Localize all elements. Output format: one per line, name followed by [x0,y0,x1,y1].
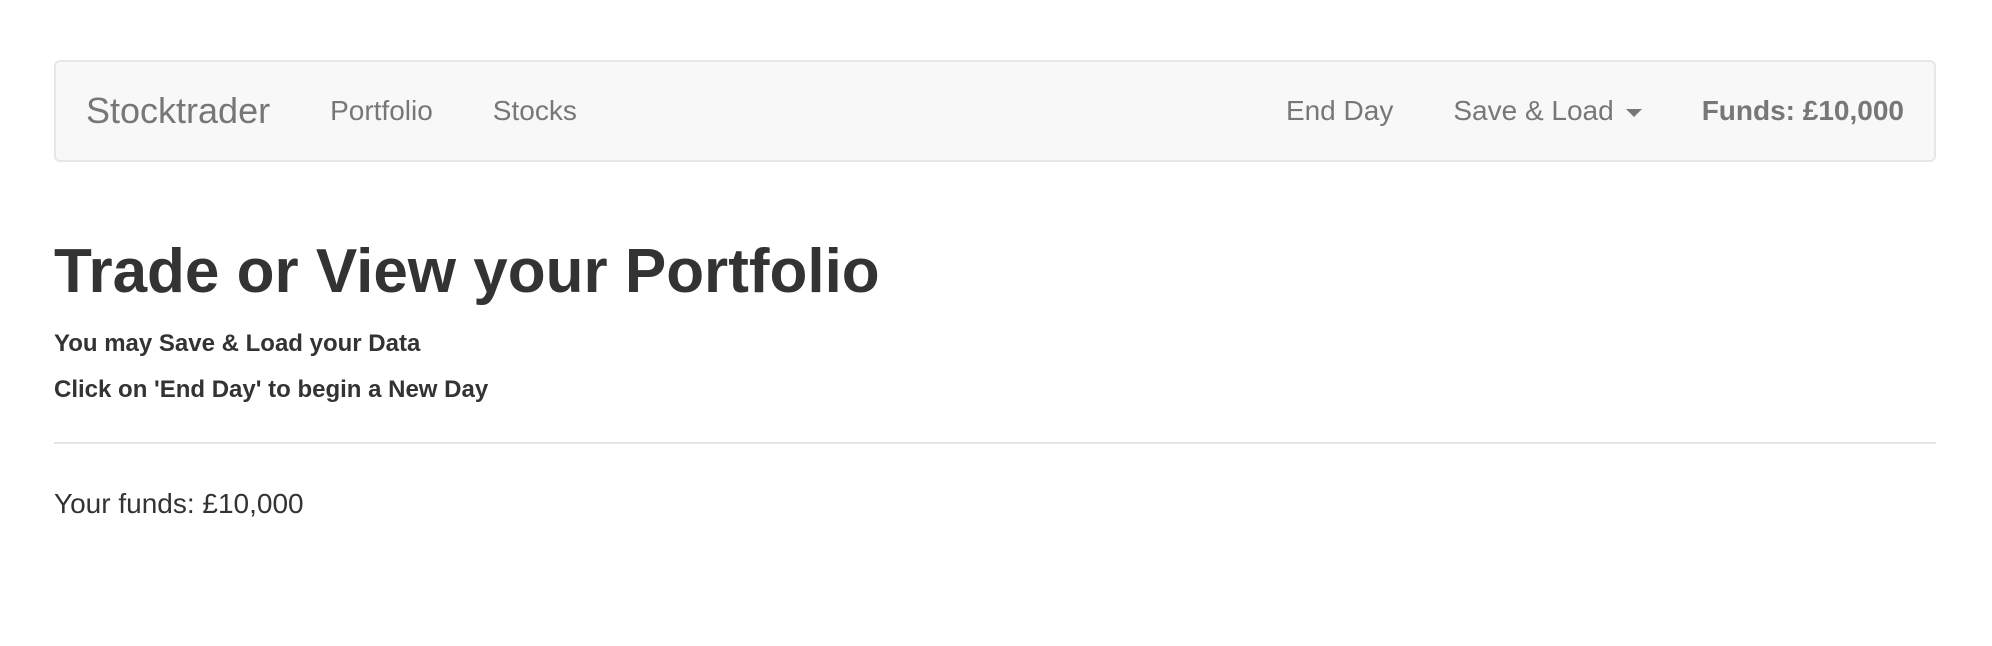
divider [54,442,1936,444]
your-funds-text: Your funds: £10,000 [54,488,304,519]
subtitle-end-day: Click on 'End Day' to begin a New Day [54,376,489,403]
caret-down-icon [1625,109,1642,117]
save-load-label: Save & Load [1453,95,1614,126]
nav-left: Portfolio Stocks [300,95,607,127]
nav-right: End Day Save & Load Funds: £10,000 [1256,95,1904,127]
nav-portfolio-link[interactable]: Portfolio [300,95,463,127]
navbar: Stocktrader Portfolio Stocks End Day Sav… [54,60,1936,162]
nav-stocks-link[interactable]: Stocks [463,95,607,127]
page-title: Trade or View your Portfolio [54,237,880,306]
navbar-funds: Funds: £10,000 [1701,95,1904,126]
end-day-link[interactable]: End Day [1256,95,1423,127]
page: Stocktrader Portfolio Stocks End Day Sav… [0,0,1992,646]
brand-link[interactable]: Stocktrader [86,90,270,132]
subtitle-save-load: You may Save & Load your Data [54,330,421,357]
save-load-dropdown[interactable]: Save & Load [1423,95,1671,127]
